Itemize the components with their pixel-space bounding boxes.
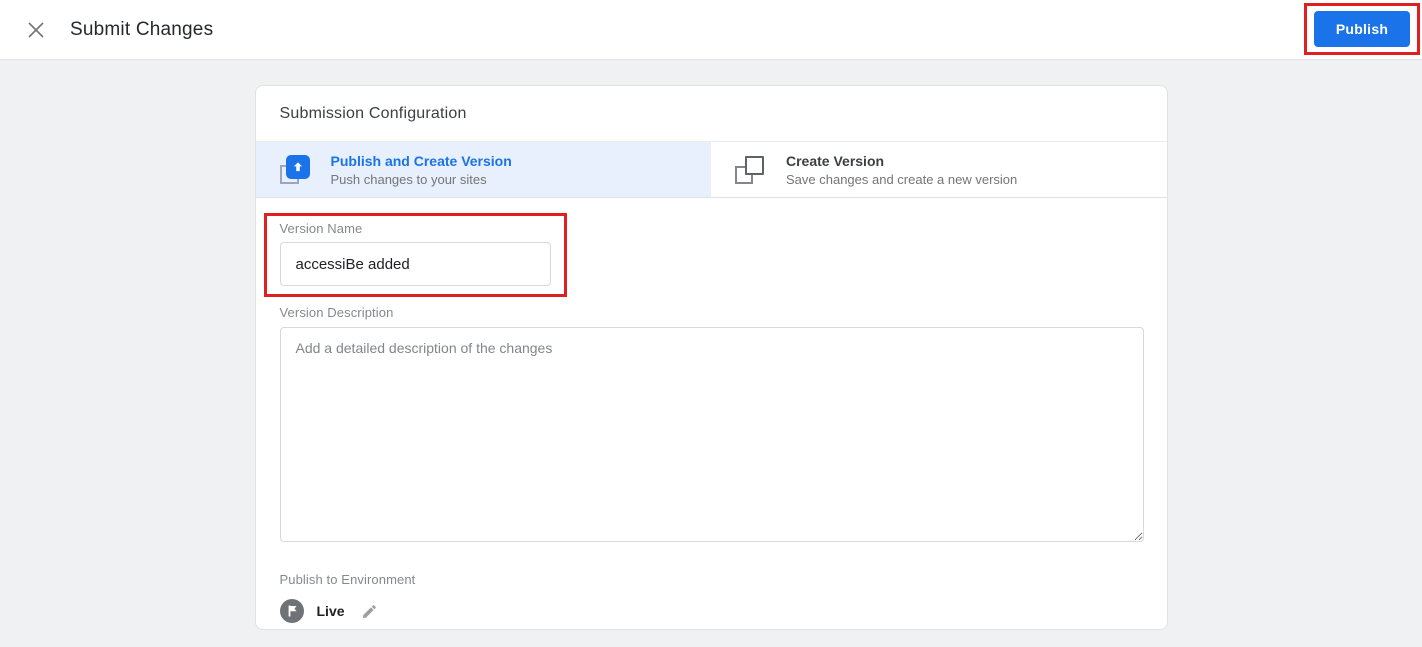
environment-name: Live — [316, 603, 345, 619]
tab-publish-label: Publish and Create Version — [330, 152, 512, 169]
submission-configuration-card: Submission Configuration Publish and Cre… — [254, 85, 1168, 630]
pencil-edit-icon[interactable] — [361, 603, 378, 620]
submission-tabs: Publish and Create Version Push changes … — [255, 141, 1167, 198]
version-description-label: Version Description — [279, 305, 394, 320]
live-environment-flag-icon — [279, 599, 304, 623]
publish-button[interactable]: Publish — [1314, 11, 1410, 47]
version-name-input[interactable] — [279, 242, 551, 286]
version-description-field: Version Description — [279, 305, 1144, 547]
copy-pages-icon — [735, 155, 765, 185]
publish-environment-field: Publish to Environment Live — [279, 572, 1143, 623]
close-icon[interactable] — [25, 19, 47, 41]
card-title: Submission Configuration — [279, 104, 467, 122]
tab-publish-description: Push changes to your sites — [330, 171, 487, 187]
publish-upload-pages-icon — [279, 154, 310, 185]
version-name-label: Version Name — [279, 221, 363, 236]
version-description-textarea[interactable] — [279, 327, 1144, 542]
publish-environment-label: Publish to Environment — [279, 572, 416, 587]
annotation-version-name-highlight: Version Name — [263, 213, 567, 297]
tab-create-version-description: Save changes and create a new version — [786, 171, 1018, 187]
tab-publish-and-create-version[interactable]: Publish and Create Version Push changes … — [255, 142, 711, 197]
topbar: Submit Changes Publish — [0, 0, 1422, 60]
tab-create-version-label: Create Version — [786, 152, 885, 169]
tab-create-version[interactable]: Create Version Save changes and create a… — [711, 142, 1167, 197]
annotation-publish-button-highlight: Publish — [1304, 3, 1420, 55]
page-content: Submission Configuration Publish and Cre… — [0, 60, 1422, 630]
page-title: Submit Changes — [70, 18, 214, 40]
submission-form: Version Name Version Description Publish… — [256, 198, 1167, 623]
